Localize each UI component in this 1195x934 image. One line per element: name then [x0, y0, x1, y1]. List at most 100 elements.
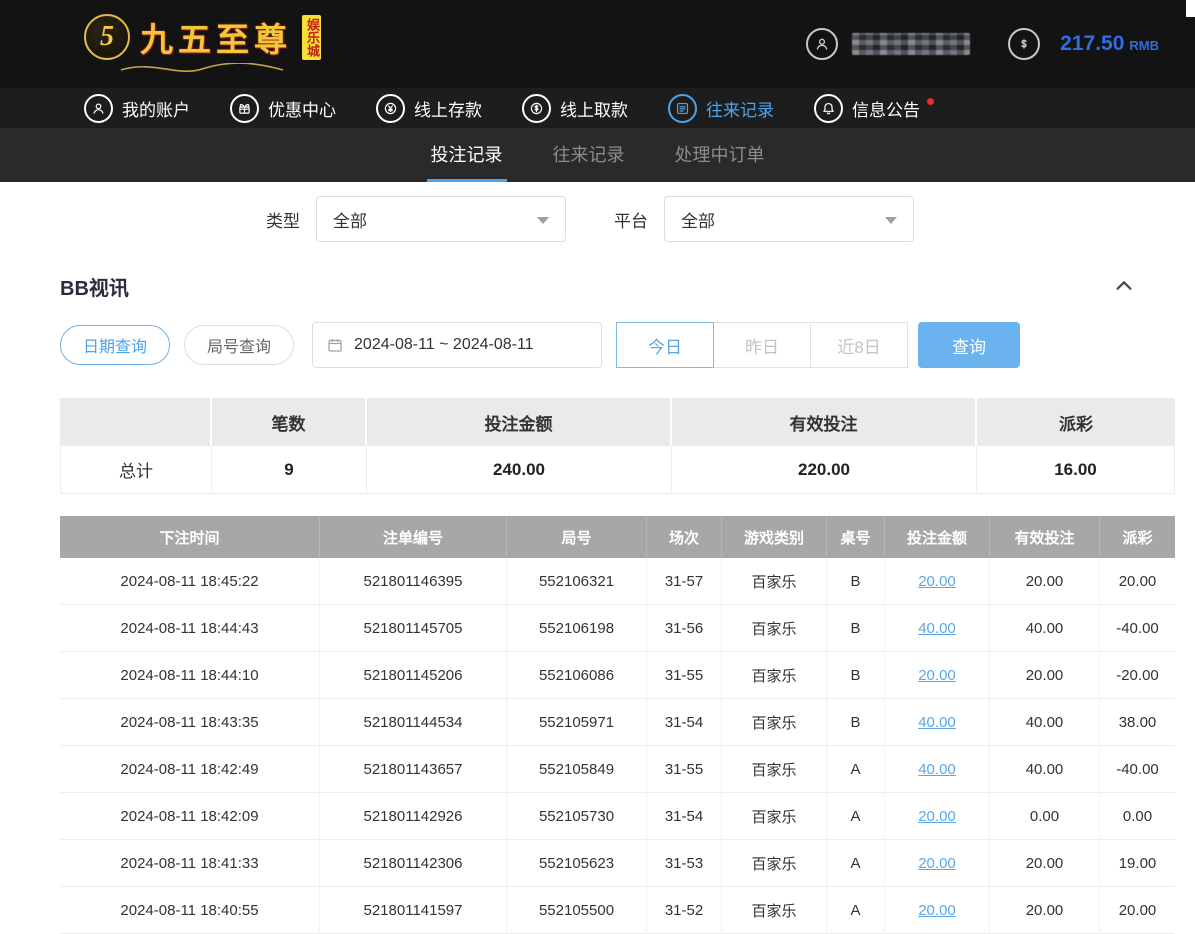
tab-bet-records[interactable]: 投注记录 — [427, 128, 507, 182]
table-cell: B — [827, 699, 885, 746]
logo-badge: 娱乐城 — [302, 15, 321, 60]
table-cell: 2024-08-11 18:40:55 — [60, 887, 320, 934]
table-cell: 521801145705 — [320, 605, 507, 652]
table-cell: 521801141597 — [320, 887, 507, 934]
table-cell: 40.00 — [885, 605, 990, 652]
date-query-button[interactable]: 日期查询 — [60, 325, 170, 365]
nav-item-label: 线上取款 — [560, 96, 628, 121]
yesterday-button[interactable]: 昨日 — [713, 322, 811, 368]
table-header-row: 下注时间注单编号局号场次游戏类别桌号投注金额有效投注派彩 — [60, 516, 1175, 558]
platform-filter-label: 平台 — [614, 207, 648, 232]
bet-amount-link[interactable]: 40.00 — [918, 714, 956, 731]
nav-item-promotions[interactable]: 优惠中心 — [230, 94, 336, 123]
records-icon — [668, 94, 697, 123]
table-cell: B — [827, 605, 885, 652]
table-cell: 552106198 — [507, 605, 647, 652]
nav-item-online-withdrawal[interactable]: 线上取款 — [522, 94, 628, 123]
platform-select[interactable]: 全部 — [664, 196, 914, 242]
table-header-cell: 有效投注 — [990, 516, 1100, 558]
scrollbar-corner — [1186, 0, 1195, 17]
table-cell: A — [827, 840, 885, 887]
table-row: 2024-08-11 18:41:33521801142306552105623… — [60, 840, 1175, 887]
summary-value-cell: 240.00 — [367, 446, 672, 494]
bet-amount-link[interactable]: 20.00 — [918, 667, 956, 684]
nav-item-announcements[interactable]: 信息公告 — [814, 94, 934, 123]
table-cell: 552106086 — [507, 652, 647, 699]
table-cell: A — [827, 887, 885, 934]
main-nav: 我的账户 优惠中心 线上存款 线上取款 往来记录 信息公告 — [0, 88, 1195, 128]
bet-amount-link[interactable]: 20.00 — [918, 902, 956, 919]
tab-processing-orders[interactable]: 处理中订单 — [671, 128, 769, 182]
table-header-cell: 注单编号 — [320, 516, 507, 558]
bell-icon — [814, 94, 843, 123]
nav-item-label: 线上存款 — [414, 96, 482, 121]
table-cell: 38.00 — [1100, 699, 1175, 746]
table-cell: 20.00 — [990, 887, 1100, 934]
section-title: BB视讯 — [60, 272, 129, 301]
table-cell: -20.00 — [1100, 652, 1175, 699]
table-row: 2024-08-11 18:42:09521801142926552105730… — [60, 793, 1175, 840]
summary-value-cell: 总计 — [60, 446, 212, 494]
bet-amount-link[interactable]: 20.00 — [918, 573, 956, 590]
logo-flourish-ornament — [117, 63, 287, 75]
table-cell: 521801144534 — [320, 699, 507, 746]
nav-item-label: 优惠中心 — [268, 96, 336, 121]
last-8-days-button[interactable]: 近8日 — [810, 322, 908, 368]
tab-transaction-records[interactable]: 往来记录 — [549, 128, 629, 182]
bet-amount-link[interactable]: 20.00 — [918, 855, 956, 872]
bet-amount-link[interactable]: 40.00 — [918, 761, 956, 778]
table-cell: B — [827, 558, 885, 605]
table-cell: 552105849 — [507, 746, 647, 793]
today-button[interactable]: 今日 — [616, 322, 714, 368]
table-cell: 552105623 — [507, 840, 647, 887]
nav-item-transaction-records[interactable]: 往来记录 — [668, 94, 774, 123]
table-cell: 百家乐 — [722, 793, 827, 840]
deposit-icon — [376, 94, 405, 123]
table-cell: 40.00 — [885, 699, 990, 746]
table-cell: 552105500 — [507, 887, 647, 934]
bet-amount-link[interactable]: 40.00 — [918, 620, 956, 637]
type-select[interactable]: 全部 — [316, 196, 566, 242]
table-cell: 百家乐 — [722, 699, 827, 746]
table-header-cell: 场次 — [647, 516, 722, 558]
date-range-input[interactable]: 2024-08-11 ~ 2024-08-11 — [312, 322, 602, 368]
summary-value-cell: 16.00 — [977, 446, 1175, 494]
table-header-cell: 派彩 — [1100, 516, 1175, 558]
table-cell: 31-54 — [647, 793, 722, 840]
search-button[interactable]: 查询 — [918, 322, 1020, 368]
balance-amount: 217.50 — [1060, 32, 1124, 56]
round-query-button[interactable]: 局号查询 — [184, 325, 294, 365]
logo-brand-text: 九五至尊 — [140, 13, 292, 61]
nav-item-my-account[interactable]: 我的账户 — [84, 94, 190, 123]
collapse-section-button[interactable] — [1113, 275, 1135, 297]
page: 5 九五至尊 娱乐城 217.50 RMB 我的账户优惠中心线上存款线上取款往来… — [0, 0, 1195, 934]
avatar-icon[interactable] — [806, 28, 838, 60]
chevron-down-icon — [885, 217, 897, 224]
table-cell: 20.00 — [990, 840, 1100, 887]
site-logo[interactable]: 5 九五至尊 娱乐城 — [84, 13, 321, 75]
dollar-coin-icon — [1008, 28, 1040, 60]
table-cell: 百家乐 — [722, 605, 827, 652]
table-cell: 40.00 — [990, 746, 1100, 793]
table-cell: 31-55 — [647, 652, 722, 699]
table-cell: 40.00 — [990, 699, 1100, 746]
table-header-cell: 桌号 — [827, 516, 885, 558]
top-header: 5 九五至尊 娱乐城 217.50 RMB — [0, 0, 1195, 88]
type-filter-group: 类型 全部 — [266, 196, 566, 242]
table-cell: 2024-08-11 18:41:33 — [60, 840, 320, 887]
nav-item-label: 往来记录 — [706, 96, 774, 121]
nav-item-online-deposit[interactable]: 线上存款 — [376, 94, 482, 123]
summary-header-cell: 投注金额 — [367, 398, 672, 446]
table-cell: -40.00 — [1100, 605, 1175, 652]
table-cell: A — [827, 793, 885, 840]
table-cell: 521801145206 — [320, 652, 507, 699]
balance-currency: RMB — [1129, 38, 1159, 53]
table-row: 2024-08-11 18:42:49521801143657552105849… — [60, 746, 1175, 793]
table-cell: 百家乐 — [722, 840, 827, 887]
bet-amount-link[interactable]: 20.00 — [918, 808, 956, 825]
chevron-up-icon — [1113, 275, 1135, 297]
table-row: 2024-08-11 18:43:35521801144534552105971… — [60, 699, 1175, 746]
platform-filter-group: 平台 全部 — [614, 196, 914, 242]
summary-header-row: 笔数投注金额有效投注派彩 — [60, 398, 1175, 446]
table-cell: 31-53 — [647, 840, 722, 887]
